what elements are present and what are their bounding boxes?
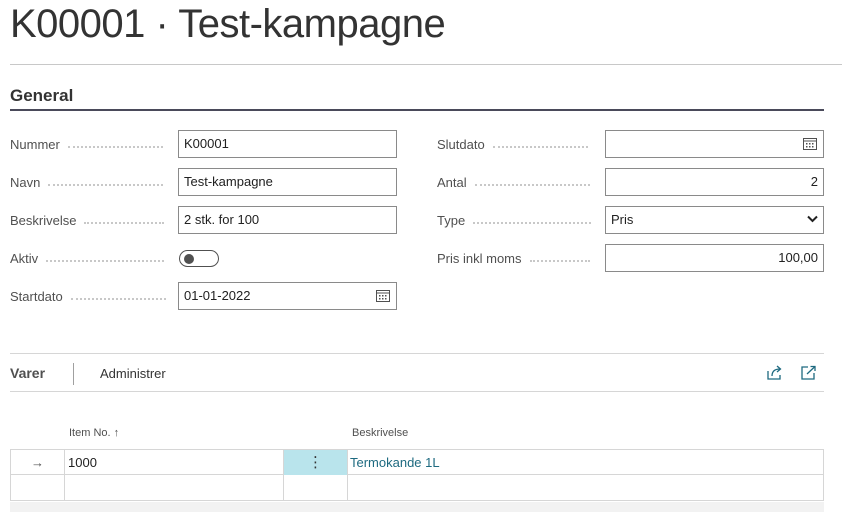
navn-field[interactable]: Test-kampagne [178, 168, 397, 196]
type-value: Pris [611, 212, 634, 227]
chevron-down-icon [807, 215, 818, 223]
slutdato-label-text: Slutdato [437, 137, 485, 152]
slutdato-label: Slutdato [437, 131, 602, 159]
antal-value: 2 [810, 174, 818, 189]
navn-label-text: Navn [10, 175, 41, 190]
page-title: K00001 · Test-kampagne [10, 2, 446, 46]
calendar-icon[interactable] [803, 137, 817, 150]
column-header-beskrivelse[interactable]: Beskrivelse [352, 427, 408, 439]
nummer-label-text: Nummer [10, 137, 60, 152]
expand-icon[interactable] [800, 365, 818, 381]
beskrivelse-field[interactable]: 2 stk. for 100 [178, 206, 397, 234]
grid-footer [10, 502, 824, 512]
label-leader [474, 182, 590, 186]
lines-grid: → 1000 ⋮ Termokande 1L [10, 449, 824, 501]
aktiv-label: Aktiv [10, 245, 175, 273]
startdato-value: 01-01-2022 [184, 288, 251, 303]
navn-value: Test-kampagne [184, 174, 273, 189]
nummer-value: K00001 [184, 136, 229, 151]
row-marker-cell [11, 475, 65, 500]
table-row-empty[interactable] [10, 475, 824, 501]
nummer-field[interactable]: K00001 [178, 130, 397, 158]
tab-varer[interactable]: Varer [10, 365, 45, 381]
antal-field[interactable]: 2 [605, 168, 824, 196]
tab-administrer[interactable]: Administrer [100, 366, 166, 381]
label-leader [529, 258, 590, 262]
startdato-field[interactable]: 01-01-2022 [178, 282, 397, 310]
beskrivelse-value: 2 stk. for 100 [184, 212, 260, 227]
title-divider [10, 64, 842, 65]
section-divider [10, 109, 824, 111]
startdato-label-text: Startdato [10, 289, 63, 304]
label-leader [46, 258, 165, 262]
beskrivelse-cell[interactable]: Termokande 1L [350, 450, 820, 475]
row-selected-arrow-icon: → [11, 450, 65, 475]
table-row[interactable]: → 1000 ⋮ Termokande 1L [10, 449, 824, 475]
aktiv-toggle[interactable] [179, 250, 219, 267]
calendar-icon[interactable] [376, 289, 390, 302]
tab-separator [73, 363, 74, 385]
toggle-knob [184, 254, 194, 264]
item-no-cell[interactable]: 1000 [65, 450, 284, 475]
label-leader [492, 144, 588, 148]
antal-label: Antal [437, 169, 602, 197]
beskrivelse-label: Beskrivelse [10, 207, 175, 235]
row-actions-button[interactable]: ⋮ [284, 450, 348, 475]
sort-ascending-icon: ↑ [113, 427, 120, 439]
nummer-label: Nummer [10, 131, 175, 159]
type-select[interactable]: Pris [605, 206, 824, 234]
antal-label-text: Antal [437, 175, 467, 190]
label-leader [67, 144, 163, 148]
row-actions-cell[interactable] [284, 475, 348, 500]
navn-label: Navn [10, 169, 175, 197]
pris-label: Pris inkl moms [437, 245, 602, 273]
label-leader [48, 182, 164, 186]
beskrivelse-cell[interactable] [350, 475, 820, 500]
subpage-top-divider [10, 353, 824, 354]
label-leader [473, 220, 592, 224]
share-icon[interactable] [766, 365, 784, 381]
subpage-bottom-divider [10, 391, 824, 392]
pris-label-text: Pris inkl moms [437, 251, 522, 266]
pris-value: 100,00 [778, 250, 818, 265]
type-label-text: Type [437, 213, 466, 228]
label-leader [70, 296, 166, 300]
startdato-label: Startdato [10, 283, 175, 311]
label-leader [84, 220, 165, 224]
type-label: Type [437, 207, 602, 235]
column-header-item-no-label: Item No. [69, 427, 111, 439]
pris-field[interactable]: 100,00 [605, 244, 824, 272]
column-header-item-no[interactable]: Item No. ↑ [69, 427, 119, 439]
item-no-cell[interactable] [65, 475, 284, 500]
slutdato-field[interactable] [605, 130, 824, 158]
section-title-general[interactable]: General [10, 86, 73, 106]
beskrivelse-label-text: Beskrivelse [10, 213, 77, 228]
aktiv-label-text: Aktiv [10, 251, 39, 266]
